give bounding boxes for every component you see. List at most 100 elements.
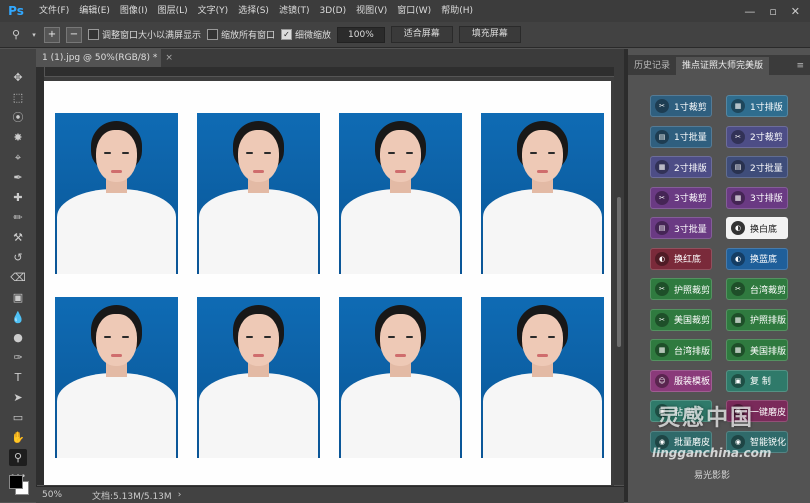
plugin-button[interactable]: ◉ 批量磨皮	[650, 430, 712, 453]
fit-screen-button[interactable]: 适合屏幕	[390, 26, 453, 43]
chevron-down-icon[interactable]: ▾	[30, 27, 38, 43]
brush-tool-icon[interactable]: ✏	[9, 209, 27, 226]
menu-item[interactable]: 图层(L)	[153, 0, 193, 22]
plugin-button-icon: ☺	[655, 373, 669, 388]
plugin-button[interactable]: ▣ 复 制	[726, 369, 788, 392]
plugin-button[interactable]: ▣ 粘 贴	[650, 400, 712, 422]
photoshop-logo: Ps	[8, 4, 24, 18]
tab-photo-master[interactable]: 推点证照大师完美版	[676, 57, 770, 75]
menu-item[interactable]: 图像(I)	[115, 0, 153, 22]
photo-eye	[548, 336, 555, 338]
plugin-button[interactable]: ☺ 服装模板	[650, 369, 712, 392]
minimize-button[interactable]: —	[744, 5, 755, 18]
resize-windows-label: 调整窗口大小以满屏显示	[102, 31, 202, 41]
photo-eye	[530, 336, 537, 338]
plugin-button-icon: ▤	[655, 129, 669, 144]
plugin-button-icon: ▦	[731, 312, 745, 327]
path-selection-tool-icon[interactable]: ➤	[9, 389, 27, 406]
plugin-button[interactable]: ◐ 换红底	[650, 247, 712, 270]
checkbox-box[interactable]	[207, 29, 219, 40]
color-swatches[interactable]	[6, 469, 30, 497]
zoom-tool-icon[interactable]: ⚲	[9, 449, 27, 466]
menu-item[interactable]: 3D(D)	[314, 0, 351, 22]
lasso-tool-icon[interactable]: ⦿	[9, 109, 27, 126]
panel-menu-icon[interactable]: ≡	[790, 57, 810, 75]
photo-face	[96, 314, 137, 366]
menu-bar: Ps 文件(F) 编辑(E) 图像(I) 图层(L) 文字(Y) 选择(S) 滤镜(T) 3D…	[0, 0, 810, 22]
close-button[interactable]: ✕	[791, 5, 800, 18]
plugin-button[interactable]: ✂ 美国裁剪	[650, 308, 712, 331]
dodge-tool-icon[interactable]: ●	[9, 329, 27, 346]
plugin-button[interactable]: ▤ 1寸批量	[650, 125, 712, 148]
plugin-button[interactable]: ✂ 2寸裁剪	[726, 125, 788, 148]
hand-tool-icon[interactable]: ✋	[9, 429, 27, 446]
zoom-all-windows-checkbox[interactable]: 缩放所有窗口	[207, 28, 275, 41]
plugin-button[interactable]: ▦ 2寸排版	[650, 156, 712, 178]
foreground-color-swatch[interactable]	[9, 475, 23, 489]
zoom-out-button[interactable]: −	[66, 26, 82, 43]
resize-windows-checkbox[interactable]: 调整窗口大小以满屏显示	[88, 28, 201, 41]
photo-lips	[111, 170, 122, 173]
plugin-button[interactable]: ▦ 3寸排版	[726, 186, 788, 209]
plugin-button[interactable]: ▦ 护照排版	[726, 308, 788, 331]
status-arrow-icon[interactable]: ›	[178, 490, 182, 500]
checkbox-checked[interactable]: ✓	[281, 29, 293, 40]
menu-item[interactable]: 选择(S)	[233, 0, 274, 22]
document-tab[interactable]: 1 (1).jpg @ 50%(RGB/8) * ×	[36, 49, 173, 67]
menu-item[interactable]: 窗口(W)	[392, 0, 436, 22]
move-tool-icon[interactable]: ✥	[9, 69, 27, 86]
gradient-tool-icon[interactable]: ▣	[9, 289, 27, 306]
type-tool-icon[interactable]: T	[9, 369, 27, 386]
marquee-tool-icon[interactable]: ⬚	[9, 89, 27, 106]
eyedropper-tool-icon[interactable]: ✒	[9, 169, 27, 186]
rectangle-tool-icon[interactable]: ▭	[9, 409, 27, 426]
healing-brush-tool-icon[interactable]: ✚	[9, 189, 27, 206]
window-controls: — ▫ ✕	[744, 5, 810, 18]
history-brush-tool-icon[interactable]: ↺	[9, 249, 27, 266]
zoom-value-field[interactable]: 100%	[337, 26, 385, 43]
plugin-button[interactable]: ✂ 护照裁剪	[650, 278, 712, 300]
plugin-button[interactable]: ◐ 换白底	[726, 217, 788, 239]
plugin-button-label: 2寸排版	[674, 163, 707, 174]
menu-item[interactable]: 帮助(H)	[436, 0, 478, 22]
close-tab-icon[interactable]: ×	[165, 53, 173, 63]
plugin-button[interactable]: ▤ 3寸批量	[650, 217, 712, 239]
tab-history[interactable]: 历史记录	[628, 57, 676, 75]
zoom-in-button[interactable]: +	[44, 26, 60, 43]
plugin-button[interactable]: ✂ 台湾裁剪	[726, 278, 788, 300]
plugin-button-label: 护照排版	[750, 316, 787, 326]
zoom-tool-icon[interactable]: ⚲	[8, 27, 24, 43]
plugin-button[interactable]: ▦ 美国排版	[726, 339, 788, 361]
scrubby-zoom-checkbox[interactable]: ✓ 细微缩放	[281, 28, 331, 41]
quick-select-tool-icon[interactable]: ✸	[9, 129, 27, 146]
blur-tool-icon[interactable]: 💧	[9, 309, 27, 326]
plugin-button[interactable]: ✂ 1寸裁剪	[650, 95, 712, 117]
restore-button[interactable]: ▫	[769, 5, 776, 18]
plugin-button[interactable]: ▦ 台湾排版	[650, 339, 712, 361]
status-zoom[interactable]: 50%	[42, 490, 92, 500]
vertical-scrollbar[interactable]	[614, 67, 624, 485]
menu-item[interactable]: 编辑(E)	[74, 0, 115, 22]
checkbox-box[interactable]	[88, 29, 99, 40]
menu-item[interactable]: 文件(F)	[34, 0, 74, 22]
tools-panel: ✥ ⬚ ⦿ ✸ ⌖ ✒ ✚ ✏ ⚒ ↺ ⌫ ▣ 💧 ● ✑ T ➤ ▭ ✋ ⚲ …	[0, 49, 37, 502]
scrubby-zoom-label: 细微缩放	[295, 31, 332, 41]
eraser-tool-icon[interactable]: ⌫	[9, 269, 27, 286]
crop-tool-icon[interactable]: ⌖	[9, 149, 27, 166]
scrollbar-thumb[interactable]	[617, 197, 621, 347]
status-doc-size: 文档:5.13M/5.13M	[92, 491, 172, 502]
plugin-button[interactable]: ◐ 换蓝底	[726, 247, 788, 270]
menu-item[interactable]: 文字(Y)	[193, 0, 234, 22]
pen-tool-icon[interactable]: ✑	[9, 349, 27, 366]
menu-item[interactable]: 滤镜(T)	[274, 0, 315, 22]
plugin-button-icon: ◉	[731, 434, 745, 449]
clone-stamp-tool-icon[interactable]: ⚒	[9, 229, 27, 246]
plugin-button[interactable]: ◉ 一键磨皮	[726, 400, 788, 422]
plugin-button[interactable]: ▦ 1寸排版	[726, 95, 788, 117]
plugin-button[interactable]: ◉ 智能锐化	[726, 430, 788, 453]
canvas-area[interactable]	[44, 77, 614, 485]
fill-screen-button[interactable]: 填充屏幕	[458, 26, 521, 43]
plugin-button[interactable]: ✂ 3寸裁剪	[650, 186, 712, 209]
plugin-button[interactable]: ▤ 2寸批量	[726, 156, 788, 178]
menu-item[interactable]: 视图(V)	[351, 0, 392, 22]
